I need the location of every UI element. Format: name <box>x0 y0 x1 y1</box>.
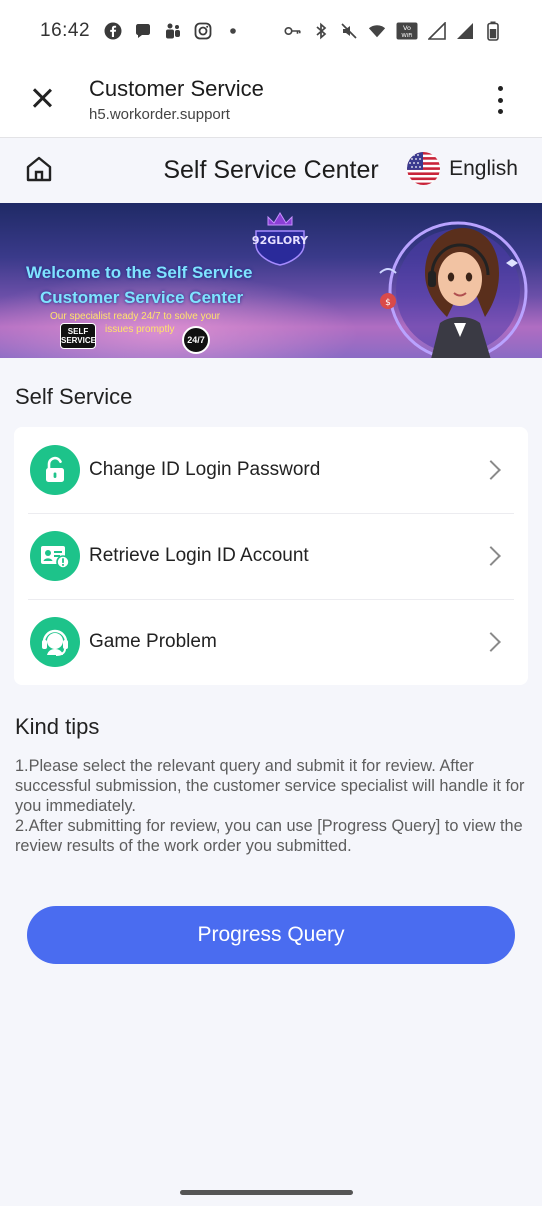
gesture-home-indicator[interactable] <box>180 1190 353 1195</box>
chevron-right-icon <box>481 632 501 652</box>
glory-logo-icon: 92GLORY <box>252 212 309 266</box>
status-right-icons: Vo WiFi <box>284 21 502 41</box>
banner-subtext-line2: issues promptly <box>105 324 175 335</box>
status-bar: 16:42 Vo WiFi <box>0 0 542 62</box>
progress-query-button[interactable]: Progress Query <box>27 906 515 964</box>
page-header: Self Service Center English <box>0 138 542 203</box>
kind-tips-text: 1.Please select the relevant query and s… <box>15 756 530 856</box>
chevron-right-icon <box>481 546 501 566</box>
key-icon <box>284 22 302 40</box>
more-dot-icon <box>497 86 503 91</box>
language-selector[interactable]: English <box>407 152 518 185</box>
option-game-problem[interactable]: Game Problem <box>14 599 528 685</box>
option-label: Retrieve Login ID Account <box>89 545 309 566</box>
svg-text:$: $ <box>385 298 391 308</box>
svg-text:WiFi: WiFi <box>401 33 413 39</box>
vowifi-icon: Vo WiFi <box>396 22 418 40</box>
tip-1: 1.Please select the relevant query and s… <box>15 757 525 815</box>
kind-tips-title: Kind tips <box>15 714 100 739</box>
home-icon <box>26 156 52 182</box>
banner-welcome-line1: Welcome to the Self Service <box>26 263 253 282</box>
chat-bubble-icon <box>134 22 152 40</box>
option-label: Change ID Login Password <box>89 459 321 480</box>
language-label: English <box>449 156 518 180</box>
agent-avatar-icon: $ <box>379 221 528 358</box>
us-flag-icon <box>407 152 441 185</box>
svg-text:Vo: Vo <box>403 24 411 32</box>
tip-2: 2.After submitting for review, you can u… <box>15 817 523 855</box>
welcome-banner[interactable]: 92GLORY Welcome to the Self Service Cust… <box>0 203 542 358</box>
instagram-icon <box>194 22 212 40</box>
teams-icon <box>164 22 182 40</box>
dot-icon <box>224 22 242 40</box>
status-time: 16:42 <box>40 20 91 41</box>
option-change-password[interactable]: Change ID Login Password <box>14 427 528 513</box>
chevron-right-icon <box>481 460 501 480</box>
self-service-badge: SELF SERVICE <box>60 323 96 349</box>
home-button[interactable] <box>24 154 54 184</box>
close-button[interactable] <box>26 82 58 114</box>
self-service-title: Self Service <box>15 384 133 409</box>
signal-icon <box>456 22 474 40</box>
self-service-card: Change ID Login Password Retrieve Login … <box>14 427 528 685</box>
browser-url: h5.workorder.support <box>89 106 230 123</box>
headset-icon <box>30 617 80 667</box>
banner-subtext-line1: Our specialist ready 24/7 to solve your <box>50 311 221 322</box>
id-card-icon <box>30 531 80 581</box>
browser-title: Customer Service <box>89 76 264 101</box>
banner-welcome-line2: Customer Service Center <box>40 288 244 307</box>
more-options-button[interactable] <box>488 86 512 114</box>
more-dot-icon <box>497 109 503 114</box>
status-left-icons <box>104 22 242 40</box>
lock-icon <box>30 445 80 495</box>
wifi-icon <box>368 22 386 40</box>
signal-icon <box>428 22 446 40</box>
facebook-icon <box>104 22 122 40</box>
clock-24-7-badge: 24/7 <box>182 326 210 354</box>
browser-header: Customer Service h5.workorder.support <box>0 62 542 138</box>
logo-text: 92GLORY <box>252 234 309 247</box>
option-retrieve-login-id[interactable]: Retrieve Login ID Account <box>14 513 528 599</box>
mute-icon <box>340 22 358 40</box>
bluetooth-icon <box>312 22 330 40</box>
more-dot-icon <box>497 97 503 103</box>
option-label: Game Problem <box>89 631 217 652</box>
battery-icon <box>484 21 502 41</box>
